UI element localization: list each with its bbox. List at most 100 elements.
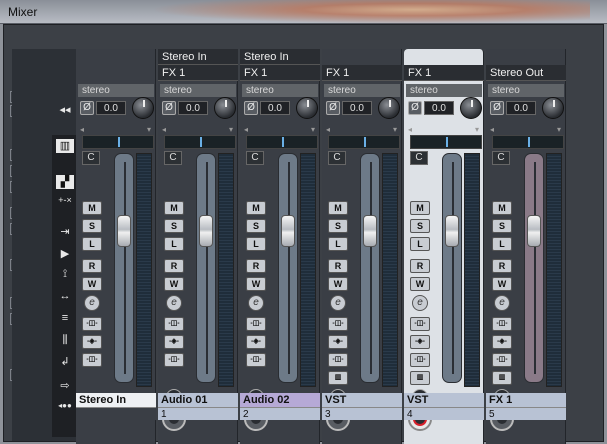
insert-icon[interactable]: -◫- [246, 317, 266, 331]
mute-button[interactable]: M [82, 201, 102, 215]
phase-button[interactable]: Ø [326, 101, 340, 115]
pan-slider[interactable] [82, 135, 154, 149]
eq-icon[interactable]: -◈- [82, 335, 102, 349]
listen-button[interactable]: L [328, 237, 348, 251]
pan-slider[interactable] [164, 135, 236, 149]
link-icon[interactable]: ↔ [56, 289, 74, 303]
meter-icon[interactable]: ▥ [56, 139, 74, 153]
volume-fader[interactable] [196, 153, 216, 383]
insert-icon[interactable]: -◫- [410, 317, 430, 331]
listen-button[interactable]: L [246, 237, 266, 251]
insert-icon[interactable]: ⫼ [56, 333, 74, 347]
edit-button[interactable]: e [84, 295, 100, 311]
write-automation-button[interactable]: W [410, 277, 430, 291]
listen-button[interactable]: L [82, 237, 102, 251]
phase-button[interactable]: Ø [490, 101, 504, 115]
write-automation-button[interactable]: W [328, 277, 348, 291]
eq-icon[interactable]: -◈- [328, 335, 348, 349]
edit-button[interactable]: e [494, 295, 510, 311]
gain-knob[interactable] [132, 97, 154, 119]
routing-icon[interactable]: ⟟ [56, 267, 74, 281]
solo-button[interactable]: S [246, 219, 266, 233]
phase-button[interactable]: Ø [162, 101, 176, 115]
eq-icon[interactable]: -◈- [246, 335, 266, 349]
edit-button[interactable]: e [412, 295, 428, 311]
mute-button[interactable]: M [410, 201, 430, 215]
output-routing[interactable]: Stereo Out [486, 65, 566, 81]
input-routing[interactable]: Stereo In [240, 49, 320, 65]
piano-icon[interactable]: ▥ [410, 371, 430, 385]
read-automation-button[interactable]: R [82, 259, 102, 273]
channel-name[interactable]: VST [404, 393, 484, 407]
volume-fader[interactable] [114, 153, 134, 383]
input-gain[interactable]: 0.0 [342, 101, 372, 115]
fader-cap[interactable] [199, 215, 213, 247]
send-icon[interactable]: -◫- [492, 353, 512, 367]
more-icon[interactable]: ◂●● [56, 399, 74, 413]
eq-icon[interactable]: -◈- [164, 335, 184, 349]
expand-left-icon[interactable]: ◂◂ [56, 103, 74, 117]
input-gain[interactable]: 0.0 [96, 101, 126, 115]
send-icon[interactable]: -◫- [246, 353, 266, 367]
fader-cap[interactable] [117, 215, 131, 247]
listen-button[interactable]: L [410, 237, 430, 251]
phase-button[interactable]: Ø [408, 101, 422, 115]
send-icon[interactable]: -◫- [82, 353, 102, 367]
output-routing[interactable]: FX 1 [322, 65, 402, 81]
output-icon[interactable]: ⇨ [56, 379, 74, 393]
mute-button[interactable]: M [164, 201, 184, 215]
plus-minus-icon[interactable]: +-× [56, 193, 74, 207]
solo-button[interactable]: S [82, 219, 102, 233]
channel-name[interactable]: Audio 02 [240, 393, 320, 407]
output-routing[interactable]: FX 1 [158, 65, 238, 81]
volume-fader[interactable] [360, 153, 380, 383]
read-automation-button[interactable]: R [328, 259, 348, 273]
instrument-icon[interactable]: ▞ [56, 175, 74, 189]
gain-knob[interactable] [460, 97, 482, 119]
input-gain[interactable]: 0.0 [506, 101, 536, 115]
read-automation-button[interactable]: R [164, 259, 184, 273]
write-automation-button[interactable]: W [246, 277, 266, 291]
send-icon[interactable]: -◫- [328, 353, 348, 367]
pan-slider[interactable] [492, 135, 564, 149]
mute-button[interactable]: M [492, 201, 512, 215]
pan-slider[interactable] [328, 135, 400, 149]
output-routing[interactable]: FX 1 [404, 65, 484, 81]
volume-fader[interactable] [442, 153, 462, 383]
edit-button[interactable]: e [166, 295, 182, 311]
input-routing[interactable]: Stereo In [158, 49, 238, 65]
eq-icon[interactable]: -◈- [492, 335, 512, 349]
play-icon[interactable]: ▶ [56, 247, 74, 261]
fader-cap[interactable] [445, 215, 459, 247]
phase-button[interactable]: Ø [80, 101, 94, 115]
send-icon[interactable]: -◫- [410, 353, 430, 367]
read-automation-button[interactable]: R [492, 259, 512, 273]
listen-button[interactable]: L [164, 237, 184, 251]
solo-button[interactable]: S [328, 219, 348, 233]
insert-icon[interactable]: -◫- [164, 317, 184, 331]
edit-button[interactable]: e [248, 295, 264, 311]
input-gain[interactable]: 0.0 [260, 101, 290, 115]
channel-name[interactable]: VST [322, 393, 402, 407]
input-gain[interactable]: 0.0 [178, 101, 208, 115]
piano-icon[interactable]: ▥ [492, 371, 512, 385]
gain-knob[interactable] [542, 97, 564, 119]
listen-button[interactable]: L [492, 237, 512, 251]
gain-knob[interactable] [214, 97, 236, 119]
channel-name[interactable]: FX 1 [486, 393, 566, 407]
phase-button[interactable]: Ø [244, 101, 258, 115]
mute-button[interactable]: M [328, 201, 348, 215]
gain-knob[interactable] [296, 97, 318, 119]
solo-button[interactable]: S [164, 219, 184, 233]
pan-slider[interactable] [410, 135, 482, 149]
write-automation-button[interactable]: W [492, 277, 512, 291]
piano-icon[interactable]: ▥ [328, 371, 348, 385]
input-gain[interactable]: 0.0 [424, 101, 454, 115]
volume-fader[interactable] [278, 153, 298, 383]
insert-icon[interactable]: -◫- [82, 317, 102, 331]
insert-icon[interactable]: -◫- [328, 317, 348, 331]
pan-slider[interactable] [246, 135, 318, 149]
insert-icon[interactable]: -◫- [492, 317, 512, 331]
fader-cap[interactable] [363, 215, 377, 247]
gain-knob[interactable] [378, 97, 400, 119]
